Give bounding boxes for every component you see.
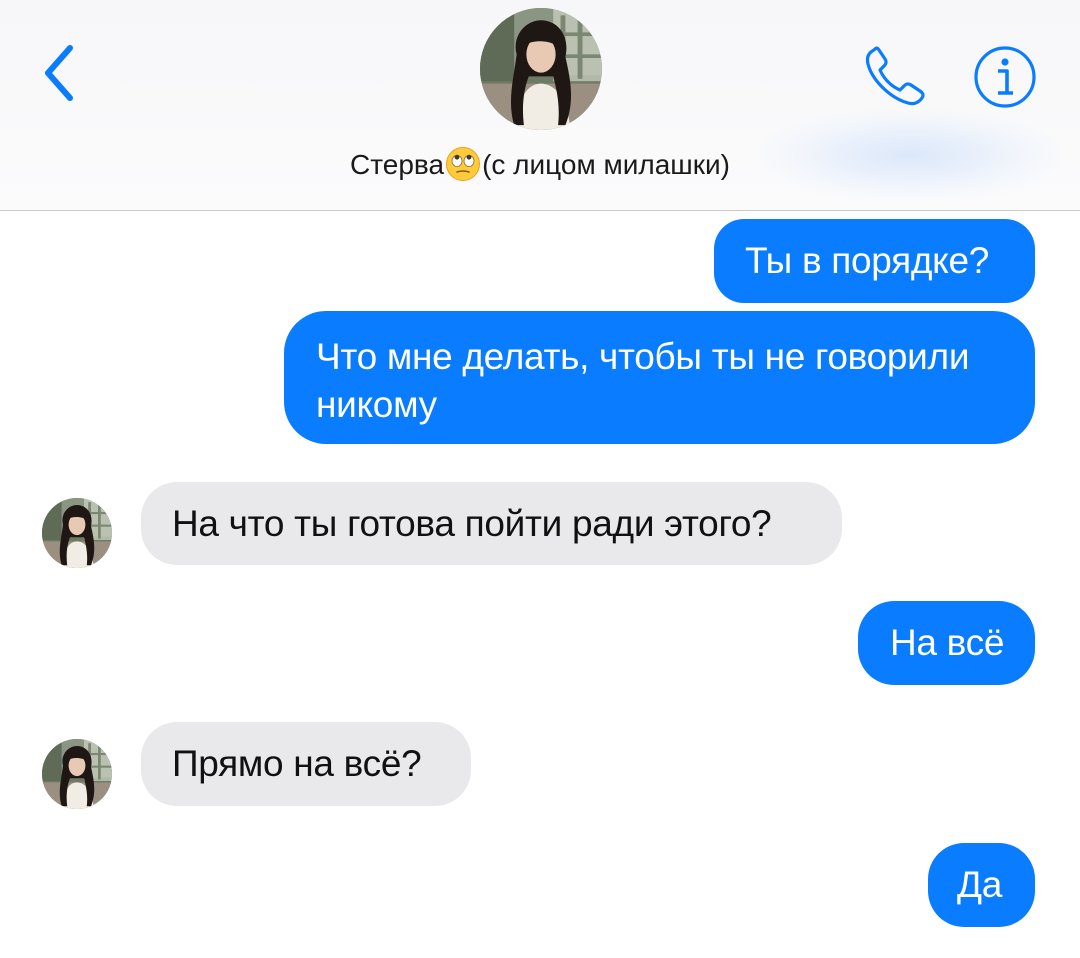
- message-text: Прямо на всё?: [172, 743, 422, 784]
- info-button[interactable]: [972, 44, 1038, 110]
- eye-roll-emoji-icon: [446, 147, 481, 181]
- back-button[interactable]: [36, 40, 84, 106]
- contact-name[interactable]: Стерва (с лицом милашки): [0, 143, 1080, 187]
- contact-avatar[interactable]: [480, 8, 602, 130]
- message-bubble-incoming[interactable]: Прямо на всё?: [141, 722, 471, 806]
- message-text-line: никому: [316, 384, 437, 425]
- message-text: На что ты готова пойти ради этого?: [172, 503, 772, 544]
- message-bubble-outgoing[interactable]: Да: [928, 843, 1035, 927]
- chat-screen: Стерва (с лицом милашки) Ты в порядке? Ч…: [0, 0, 1080, 958]
- sender-photo: [42, 498, 112, 568]
- message-text-line: Что мне делать, чтобы ты не говорили: [316, 336, 970, 377]
- sender-photo: [42, 739, 112, 809]
- message-text: Ты в порядке?: [745, 240, 990, 281]
- chat-header: Стерва (с лицом милашки): [0, 0, 1080, 211]
- call-button[interactable]: [860, 42, 932, 110]
- message-bubble-outgoing[interactable]: Что мне делать, чтобы ты не говорили ник…: [284, 311, 1035, 444]
- contact-photo: [480, 8, 602, 130]
- contact-name-part: (с лицом милашки): [482, 149, 730, 180]
- chevron-left-icon: [45, 45, 73, 101]
- message-text: Да: [957, 864, 1003, 905]
- contact-name-part: Стерва: [350, 149, 445, 180]
- sender-avatar[interactable]: [42, 739, 112, 809]
- info-icon: [974, 46, 1036, 108]
- message-bubble-outgoing[interactable]: Ты в порядке?: [714, 219, 1035, 303]
- phone-icon: [865, 46, 925, 106]
- message-text: На всё: [890, 622, 1005, 663]
- message-bubble-incoming[interactable]: На что ты готова пойти ради этого?: [141, 482, 842, 565]
- sender-avatar[interactable]: [42, 498, 112, 568]
- message-bubble-outgoing[interactable]: На всё: [858, 601, 1035, 685]
